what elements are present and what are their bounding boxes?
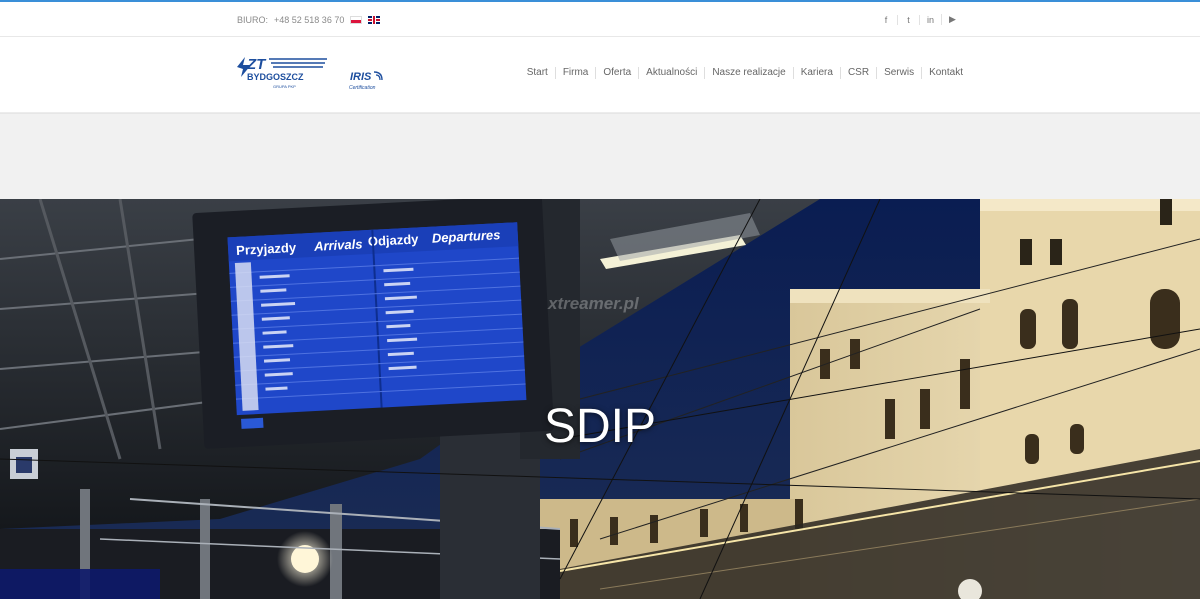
flag-en-icon[interactable]	[368, 15, 381, 24]
site-header: ZT BYDGOSZCZ GRUPA PKP IRIS Certificatio…	[0, 37, 1200, 113]
linkedin-icon[interactable]: in	[919, 14, 941, 25]
iris-certification-logo: IRIS Certification	[349, 71, 383, 91]
nav-item-oferta[interactable]: Oferta	[595, 67, 638, 79]
office-phone[interactable]: +48 52 518 36 70	[274, 15, 344, 25]
office-label: BIURO:	[237, 14, 269, 25]
twitter-icon[interactable]: t	[897, 14, 919, 25]
social-links: f t in ▶	[875, 14, 963, 25]
flag-pl-icon[interactable]	[350, 15, 363, 24]
logo-lines	[269, 58, 327, 68]
logo-main-text: ZT	[246, 56, 267, 73]
logo-group-text: GRUPA PKP	[273, 84, 296, 89]
top-bar: BIURO: +48 52 518 36 70 f t in ▶	[0, 2, 1200, 37]
facebook-icon[interactable]: f	[875, 15, 897, 25]
hero-title: SDIP	[543, 400, 657, 453]
watermark-text: xtreamer.pl	[547, 294, 640, 313]
zt-bydgoszcz-logo[interactable]: ZT BYDGOSZCZ GRUPA PKP	[233, 53, 333, 89]
nav-item-csr[interactable]: CSR	[839, 67, 876, 79]
nav-item-kariera[interactable]: Kariera	[792, 67, 840, 79]
nav-item-serwis[interactable]: Serwis	[876, 67, 921, 79]
nav-item-aktualnosci[interactable]: Aktualności	[638, 67, 704, 79]
nav-item-start[interactable]: Start	[520, 67, 555, 79]
hero-banner: Przyjazdy Arrivals Odjazdy Departures xt…	[0, 199, 1200, 599]
nav-item-kontakt[interactable]: Kontakt	[921, 67, 963, 79]
board-departures-pl: Odjazdy	[368, 231, 420, 249]
youtube-icon[interactable]: ▶	[941, 14, 963, 25]
board-arrivals-en: Arrivals	[313, 236, 363, 254]
nav-item-firma[interactable]: Firma	[554, 67, 596, 79]
nav-item-nasze-realizacje[interactable]: Nasze realizacje	[704, 67, 792, 79]
office-contact: BIURO: +48 52 518 36 70	[237, 14, 381, 25]
iris-sub-text: Certification	[349, 85, 376, 91]
iris-title-text: IRIS	[350, 71, 372, 83]
gray-band	[0, 113, 1200, 199]
board-arrivals-pl: Przyjazdy	[236, 240, 297, 258]
main-nav: Start Firma Oferta Aktualności Nasze rea…	[520, 67, 963, 79]
logo-city-text: BYDGOSZCZ	[247, 72, 304, 82]
